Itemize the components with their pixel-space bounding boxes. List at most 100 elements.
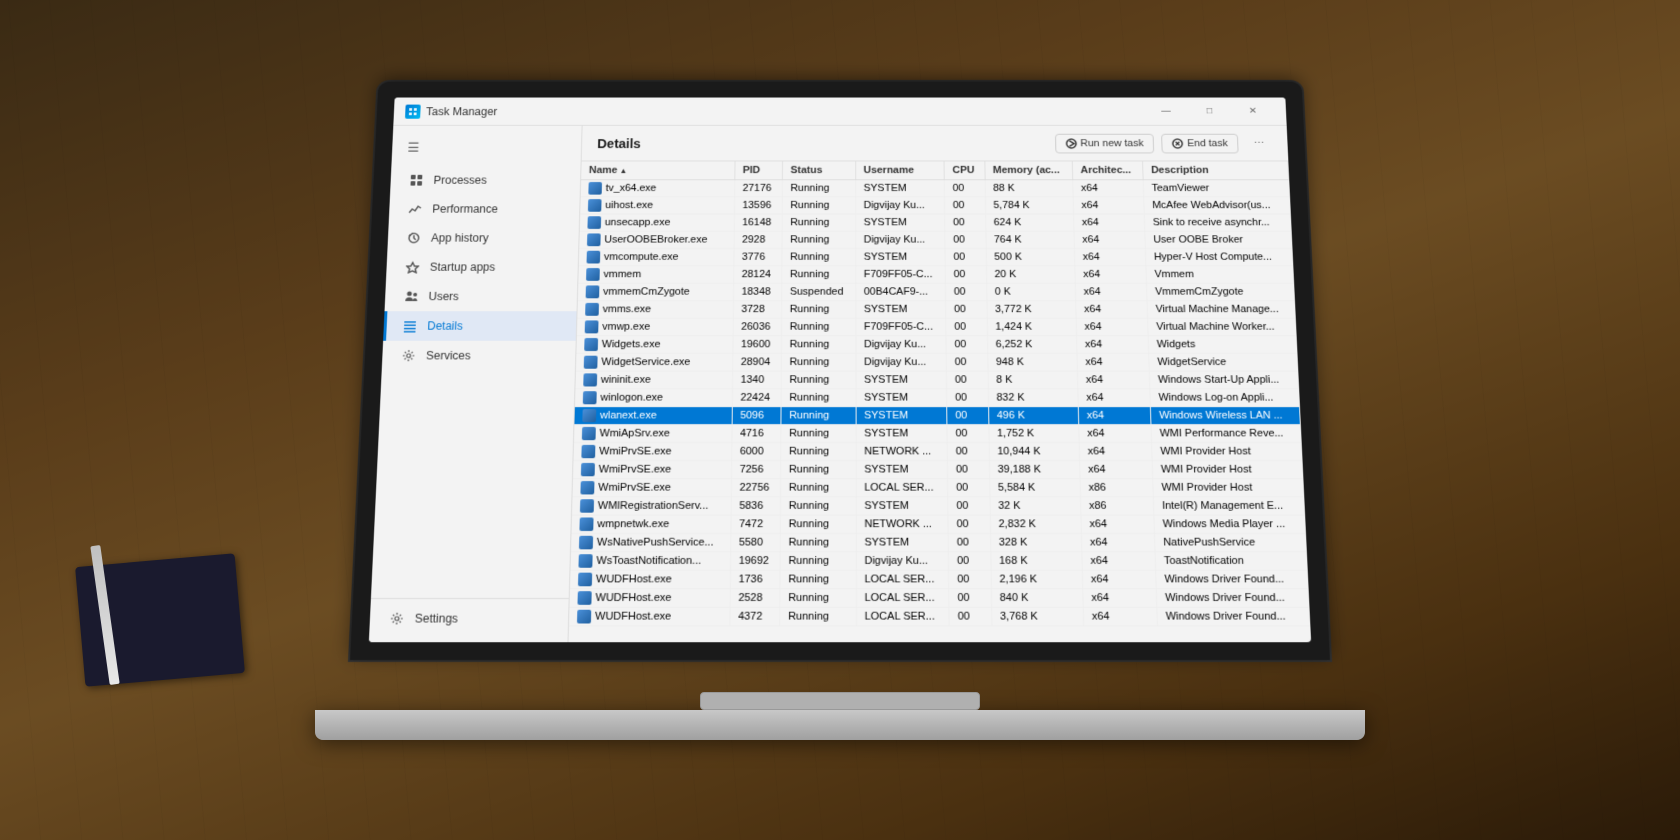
table-row[interactable]: uihost.exe13596RunningDigvijay Ku...005,… xyxy=(580,197,1290,214)
table-row[interactable]: WMIRegistrationServ...5836RunningSYSTEM0… xyxy=(572,497,1305,515)
username-cell: SYSTEM xyxy=(856,497,948,515)
arch-cell: x64 xyxy=(1078,389,1151,407)
memory-cell: 88 K xyxy=(985,180,1073,197)
description-cell: User OOBE Broker xyxy=(1145,231,1292,248)
pid-cell: 1340 xyxy=(732,371,781,389)
table-row[interactable]: WsToastNotification...19692RunningDigvij… xyxy=(570,552,1307,570)
table-row[interactable]: WUDFHost.exe2528RunningLOCAL SER...00840… xyxy=(569,589,1309,608)
arch-cell: x64 xyxy=(1076,301,1148,319)
cpu-cell: 00 xyxy=(947,425,989,443)
status-cell: Running xyxy=(780,479,856,497)
table-row[interactable]: tv_x64.exe27176RunningSYSTEM0088 Kx64Tea… xyxy=(581,180,1290,197)
table-row[interactable]: Widgets.exe19600RunningDigvijay Ku...006… xyxy=(576,336,1297,354)
memory-cell: 8 K xyxy=(988,371,1078,389)
process-name-text: vmmem xyxy=(603,269,641,280)
sidebar-item-services[interactable]: Services xyxy=(382,341,576,371)
process-icon xyxy=(584,356,598,369)
col-username[interactable]: Username xyxy=(855,161,944,179)
table-row[interactable]: WidgetService.exe28904RunningDigvijay Ku… xyxy=(576,353,1298,371)
sidebar-item-users[interactable]: Users xyxy=(385,282,578,311)
table-row[interactable]: vmcompute.exe3776RunningSYSTEM00500 Kx64… xyxy=(579,248,1293,265)
col-status[interactable]: Status xyxy=(782,161,855,179)
cpu-cell: 00 xyxy=(944,180,985,197)
table-row[interactable]: WUDFHost.exe4372RunningLOCAL SER...003,7… xyxy=(569,607,1310,626)
username-cell: SYSTEM xyxy=(856,461,948,479)
status-cell: Running xyxy=(781,425,856,443)
end-task-button[interactable]: End task xyxy=(1161,133,1238,153)
table-row[interactable]: winlogon.exe22424RunningSYSTEM00832 Kx64… xyxy=(575,389,1300,407)
hamburger-button[interactable]: ☰ xyxy=(392,133,582,162)
cpu-cell: 00 xyxy=(945,231,986,248)
pid-cell: 5580 xyxy=(730,533,780,551)
username-cell: SYSTEM xyxy=(856,407,947,425)
description-cell: Hyper-V Host Compute... xyxy=(1145,248,1292,265)
table-row[interactable]: WUDFHost.exe1736RunningLOCAL SER...002,1… xyxy=(570,570,1308,589)
description-cell: WMI Provider Host xyxy=(1152,461,1303,479)
table-row[interactable]: UserOOBEBroker.exe2928RunningDigvijay Ku… xyxy=(579,231,1292,248)
table-row[interactable]: wininit.exe1340RunningSYSTEM008 Kx64Wind… xyxy=(575,371,1298,389)
table-row[interactable]: vmms.exe3728RunningSYSTEM003,772 Kx64Vir… xyxy=(577,301,1295,319)
col-pid[interactable]: PID xyxy=(734,161,782,179)
cpu-cell: 00 xyxy=(947,389,989,407)
table-row[interactable]: vmmemCmZygote18348Suspended00B4CAF9-...0… xyxy=(578,283,1295,300)
pid-cell: 7472 xyxy=(731,515,781,533)
process-table-container[interactable]: Name PID Status Username CPU Memory (ac.… xyxy=(568,161,1311,642)
process-icon xyxy=(578,573,592,587)
col-description[interactable]: Description xyxy=(1143,161,1289,179)
services-icon xyxy=(401,348,417,363)
run-icon xyxy=(1065,138,1077,149)
arch-cell: x64 xyxy=(1075,266,1147,283)
username-cell: SYSTEM xyxy=(855,214,945,231)
memory-cell: 500 K xyxy=(986,248,1075,265)
performance-icon xyxy=(407,202,423,216)
maximize-button[interactable]: □ xyxy=(1187,98,1232,126)
close-button[interactable]: ✕ xyxy=(1231,98,1276,126)
process-icon xyxy=(585,303,599,316)
minimize-button[interactable]: — xyxy=(1144,98,1188,126)
col-cpu[interactable]: CPU xyxy=(944,161,985,179)
process-name-text: uihost.exe xyxy=(605,200,653,211)
pid-cell: 16148 xyxy=(734,214,782,231)
sidebar-item-processes[interactable]: Processes xyxy=(390,166,580,195)
memory-cell: 2,832 K xyxy=(990,515,1081,533)
processes-icon xyxy=(408,173,424,187)
status-cell: Running xyxy=(782,248,856,265)
col-memory[interactable]: Memory (ac... xyxy=(985,161,1073,179)
status-cell: Running xyxy=(781,318,855,336)
table-row[interactable]: wmpnetwk.exe7472RunningNETWORK ...002,83… xyxy=(571,515,1305,533)
app-icon xyxy=(405,104,421,118)
table-row[interactable]: vmmem28124RunningF709FF05-C...0020 Kx64V… xyxy=(578,266,1293,283)
arch-cell: x86 xyxy=(1080,479,1153,497)
pid-cell: 7256 xyxy=(731,461,780,479)
sidebar-item-performance[interactable]: Performance xyxy=(389,195,580,224)
sidebar-item-details[interactable]: Details xyxy=(383,311,576,341)
run-new-task-button[interactable]: Run new task xyxy=(1055,133,1155,153)
table-row[interactable]: WmiApSrv.exe4716RunningSYSTEM001,752 Kx6… xyxy=(574,425,1301,443)
table-row[interactable]: WmiPrvSE.exe22756RunningLOCAL SER...005,… xyxy=(572,479,1303,497)
table-row[interactable]: WsNativePushService...5580RunningSYSTEM0… xyxy=(571,533,1306,551)
sidebar-item-app-history[interactable]: App history xyxy=(387,223,579,252)
arch-cell: x64 xyxy=(1076,318,1148,336)
table-row[interactable]: WmiPrvSE.exe6000RunningNETWORK ...0010,9… xyxy=(573,443,1302,461)
table-row[interactable]: wlanext.exe5096RunningSYSTEM00496 Kx64Wi… xyxy=(574,407,1300,425)
sidebar-item-settings[interactable]: Settings xyxy=(369,603,568,634)
cpu-cell: 00 xyxy=(949,570,991,589)
process-name-text: WmiPrvSE.exe xyxy=(599,446,672,457)
process-icon xyxy=(586,268,600,281)
pid-cell: 26036 xyxy=(733,318,782,336)
table-row[interactable]: vmwp.exe26036RunningF709FF05-C...001,424… xyxy=(577,318,1296,336)
username-cell: NETWORK ... xyxy=(856,515,948,533)
username-cell: F709FF05-C... xyxy=(856,266,946,283)
table-row[interactable]: unsecapp.exe16148RunningSYSTEM00624 Kx64… xyxy=(580,214,1291,231)
arch-cell: x64 xyxy=(1074,248,1146,265)
col-name[interactable]: Name xyxy=(581,161,735,179)
more-options-button[interactable]: ⋯ xyxy=(1245,131,1273,156)
col-arch[interactable]: Architec... xyxy=(1072,161,1143,179)
description-cell: Sink to receive asynchr... xyxy=(1144,214,1291,231)
description-cell: McAfee WebAdvisor(us... xyxy=(1144,197,1291,214)
username-cell: NETWORK ... xyxy=(856,443,948,461)
sidebar-item-startup[interactable]: Startup apps xyxy=(386,253,578,282)
status-cell: Running xyxy=(781,407,856,425)
table-row[interactable]: WmiPrvSE.exe7256RunningSYSTEM0039,188 Kx… xyxy=(573,461,1303,479)
title-bar: Task Manager — □ ✕ xyxy=(393,98,1286,126)
